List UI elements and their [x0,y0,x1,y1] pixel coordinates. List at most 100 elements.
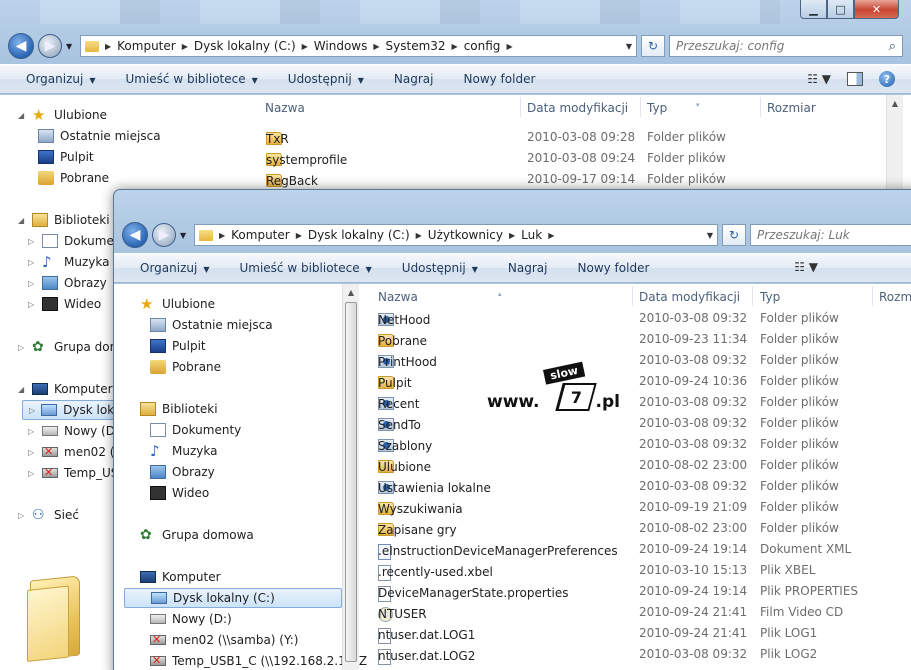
file-row[interactable]: NetHood 2010-03-08 09:32 Folder plików [364,308,911,329]
file-row[interactable]: PrintHood 2010-03-08 09:32 Folder plików [364,350,911,371]
file-row[interactable]: SendTo 2010-03-08 09:32 Folder plików [364,413,911,434]
nav-recent-places[interactable]: Ostatnie miejsca [38,126,161,146]
close-button[interactable]: ✕ [854,0,899,19]
nav-drive-d[interactable]: ▷ Nowy (D:) [28,421,124,441]
chevron-right-icon[interactable]: ▶ [105,42,111,51]
nav-drive-c[interactable]: ▷ Dysk lokal [22,400,125,420]
column-name[interactable]: Nazwa [265,101,305,115]
navigation-pane-scrollbar[interactable]: ▲ [342,284,359,670]
chevron-right-icon[interactable]: ▶ [302,42,308,51]
minimize-button[interactable]: ▁ [800,0,827,19]
chevron-down-icon[interactable]: ▼ [626,42,632,51]
chevron-right-icon[interactable]: ▶ [548,231,554,240]
nav-homegroup[interactable]: ✿ Grupa domowa [140,525,254,545]
burn-button[interactable]: Nagraj [508,261,548,275]
file-row[interactable]: Szablony 2010-03-08 09:32 Folder plików [364,434,911,455]
nav-network-drive-y[interactable]: ▷men02 (\\ [28,442,123,462]
nav-downloads[interactable]: Pobrane [38,168,109,188]
nav-network[interactable]: ▷ ⚇ Sieć [18,505,79,525]
breadcrumb[interactable]: Windows [314,39,368,53]
breadcrumb[interactable]: Komputer [117,39,176,53]
nav-network-drive-y[interactable]: men02 (\\samba) (Y:) [150,630,298,650]
nav-network-drive-z[interactable]: ▷Temp_USB [28,463,127,483]
file-row[interactable]: ntuser.dat.LOG1 2010-09-24 21:41 Plik LOG1 [364,623,911,644]
chevron-right-icon[interactable]: ▶ [509,231,515,240]
nav-favorites[interactable]: ◢ ★ Ulubione [18,105,107,125]
nav-documents[interactable]: Dokumenty [150,420,241,440]
column-date[interactable]: Data modyfikacji [527,101,628,115]
nav-pictures[interactable]: Obrazy [150,462,215,482]
file-row[interactable]: NTUSER2010-09-24 21:41Film Video CD4 [364,602,911,623]
nav-pictures[interactable]: ▷ Obrazy [28,273,107,293]
forward-button[interactable]: ▶ [38,34,62,58]
nav-music[interactable]: ♪ Muzyka [150,441,217,461]
nav-libraries[interactable]: Biblioteki [140,399,218,419]
file-row[interactable]: Wyszukiwania 2010-09-19 21:09 Folder plikó… [364,497,911,518]
include-in-library-button[interactable]: Umieść w bibliotece ▼ [239,261,371,275]
share-button[interactable]: Udostępnij ▼ [402,261,478,275]
nav-network-drive-z[interactable]: Temp_USB1_C (\\192.168.2.1) (Z [150,651,367,670]
breadcrumb[interactable]: Dysk lokalny (C:) [194,39,296,53]
recent-pages-dropdown[interactable]: ▼ [66,42,76,51]
search-input[interactable]: Przeszukaj: config ⌕ [669,35,903,57]
scrollbar-thumb[interactable] [345,302,357,662]
refresh-button[interactable]: ↻ [641,35,665,57]
breadcrumb[interactable]: Użytkownicy [428,228,503,242]
refresh-button[interactable]: ↻ [722,224,746,246]
file-row[interactable]: DeviceManagerState.properties 2010-09-24 … [364,581,911,602]
nav-libraries[interactable]: ◢ Biblioteki [18,210,110,230]
file-row[interactable]: .recently-used.xbel 2010-03-10 15:13 Plik … [364,560,911,581]
back-button[interactable]: ◀ [8,33,34,59]
forward-button[interactable]: ▶ [152,223,176,247]
chevron-right-icon[interactable]: ▶ [506,42,512,51]
include-in-library-button[interactable]: Umieść w bibliotece ▼ [125,72,257,86]
breadcrumb[interactable]: Luk [521,228,542,242]
view-options-icon[interactable]: ☷ ▼ [807,72,831,86]
nav-desktop[interactable]: Pulpit [38,147,94,167]
help-icon[interactable]: ? [879,71,895,87]
preview-pane-icon[interactable] [847,72,863,86]
chevron-right-icon[interactable]: ▶ [219,231,225,240]
nav-drive-d[interactable]: Nowy (D:) [150,609,232,629]
chevron-down-icon[interactable]: ▼ [707,231,713,240]
new-folder-button[interactable]: Nowy folder [578,261,650,275]
nav-recent-places[interactable]: Ostatnie miejsca [150,315,273,335]
breadcrumb[interactable]: System32 [386,39,446,53]
breadcrumb[interactable]: config [464,39,501,53]
new-folder-button[interactable]: Nowy folder [464,72,536,86]
file-row[interactable]: Ustawienia lokalne 2010-03-08 09:32 Folder… [364,476,911,497]
column-type[interactable]: Typ [760,290,780,304]
column-size[interactable]: Rozmi [879,290,911,304]
file-row[interactable]: ntuser.dat.LOG2 2010-03-08 09:32 Plik LOG2 [364,644,911,665]
file-row[interactable]: Pulpit 2010-09-24 10:36 Folder plików [364,371,911,392]
back-button[interactable]: ◀ [122,222,148,248]
nav-downloads[interactable]: Pobrane [150,357,221,377]
chevron-right-icon[interactable]: ▶ [416,231,422,240]
chevron-right-icon[interactable]: ▶ [182,42,188,51]
organize-button[interactable]: Organizuj ▼ [140,261,209,275]
file-row[interactable]: TxR 2010-03-08 09:28 Folder plików [250,127,891,148]
organize-button[interactable]: Organizuj ▼ [26,72,95,86]
recent-pages-dropdown[interactable]: ▼ [180,231,190,240]
nav-computer[interactable]: Komputer [140,567,221,587]
file-row[interactable]: Ulubione 2010-08-02 23:00 Folder plików [364,455,911,476]
maximize-button[interactable]: □ [827,0,854,19]
file-row[interactable]: Zapisane gry 2010-08-02 23:00 Folder plikó… [364,518,911,539]
nav-desktop[interactable]: Pulpit [150,336,206,356]
breadcrumb[interactable]: Dysk lokalny (C:) [308,228,410,242]
nav-videos[interactable]: ▷ Wideo [28,294,101,314]
chevron-right-icon[interactable]: ▶ [373,42,379,51]
search-input[interactable]: Przeszukaj: Luk [750,224,911,246]
nav-documents[interactable]: ▷ Dokumen [28,231,121,251]
nav-videos[interactable]: Wideo [150,483,209,503]
address-bar[interactable]: ▶ Komputer ▶ Dysk lokalny (C:) ▶ Użytkow… [194,224,718,246]
chevron-right-icon[interactable]: ▶ [452,42,458,51]
column-size[interactable]: Rozmiar [767,101,816,115]
file-row[interactable]: RegBack 2010-09-17 09:14 Folder plików [250,169,891,190]
scroll-up-icon[interactable]: ▲ [887,95,903,112]
breadcrumb[interactable]: Komputer [231,228,290,242]
nav-computer[interactable]: ◢ Komputer [18,379,113,399]
nav-music[interactable]: ▷ ♪ Muzyka [28,252,109,272]
share-button[interactable]: Udostępnij ▼ [288,72,364,86]
view-options-icon[interactable]: ☷ ▼ [794,260,818,274]
